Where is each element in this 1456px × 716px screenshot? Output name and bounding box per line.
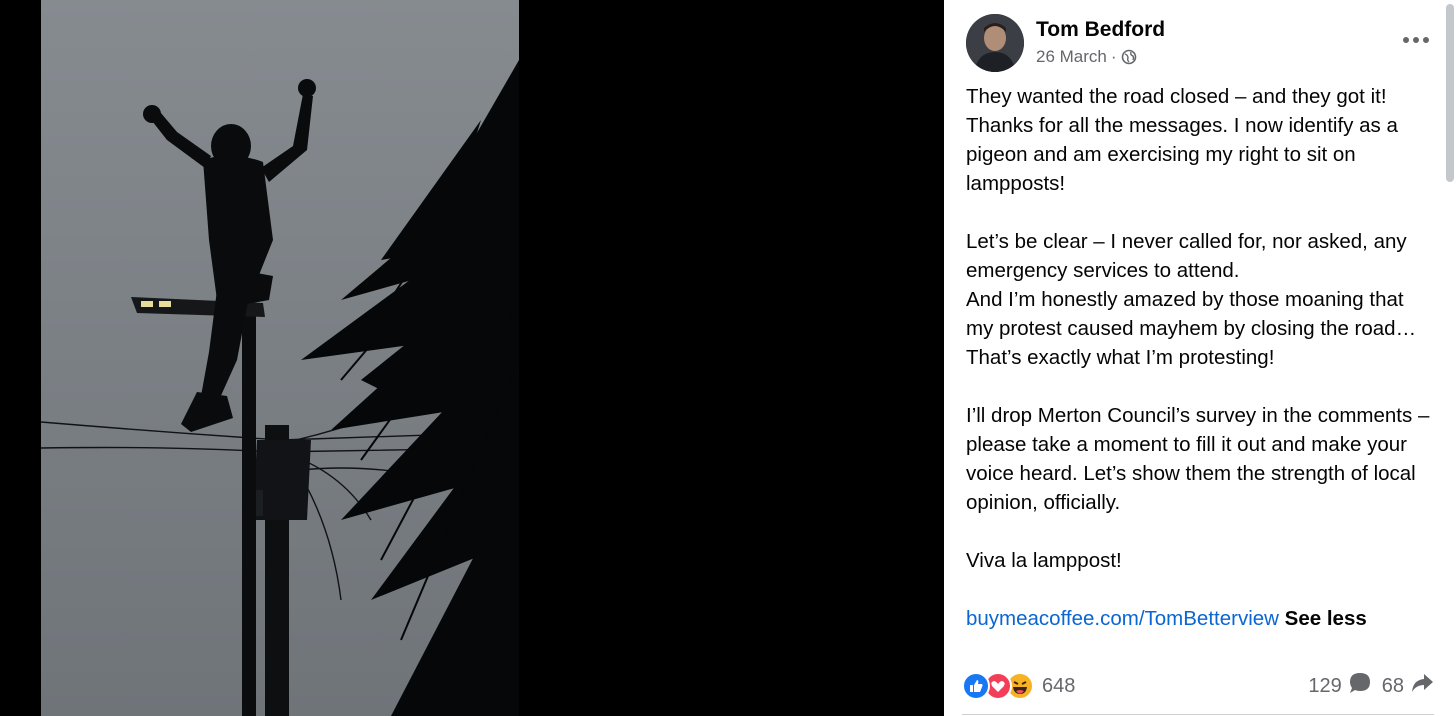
post-text: They wanted the road closed – and they g… [966,82,1436,633]
post-paragraph: Let’s be clear – I never called for, nor… [966,230,1407,282]
post-paragraph: And I’m honestly amazed by those moaning… [966,288,1417,369]
reactions-count: 648 [1042,674,1076,697]
post-date[interactable]: 26 March [1036,47,1107,67]
share-icon [1410,672,1434,700]
shares-stat[interactable]: 68 [1382,672,1434,700]
media-viewer [0,0,944,716]
reactions-summary[interactable]: 648 [962,670,1075,702]
shares-count: 68 [1381,674,1404,697]
comments-count: 129 [1308,674,1342,697]
post-paragraph: They wanted the road closed – and they g… [966,85,1398,195]
see-less-button[interactable]: See less [1285,607,1367,630]
globe-icon [1121,49,1137,65]
post-link[interactable]: buymeacoffee.com/TomBetterview [966,607,1279,630]
engagement-stats: 129 68 [1308,672,1434,700]
scrollbar-thumb[interactable] [1446,4,1454,182]
post-panel: Tom Bedford 26 March · They wanted the r… [944,0,1456,716]
avatar[interactable] [966,14,1024,72]
meta-separator: · [1110,47,1117,66]
divider [962,714,1434,715]
scrollbar[interactable] [1444,0,1456,716]
like-icon [962,672,990,700]
comments-stat[interactable]: 129 [1308,672,1371,700]
post-paragraph: Viva la lamppost! [966,549,1122,572]
post-link-line: buymeacoffee.com/TomBetterview See less [966,604,1436,633]
author-name[interactable]: Tom Bedford [1036,18,1165,42]
post-paragraph: I’ll drop Merton Council’s survey in the… [966,404,1430,514]
post-meta: 26 March · [1036,47,1137,67]
post-photo[interactable] [41,0,519,716]
comment-icon [1348,672,1372,700]
more-options-icon[interactable] [1396,26,1436,54]
post-header: Tom Bedford 26 March · [966,14,1436,72]
